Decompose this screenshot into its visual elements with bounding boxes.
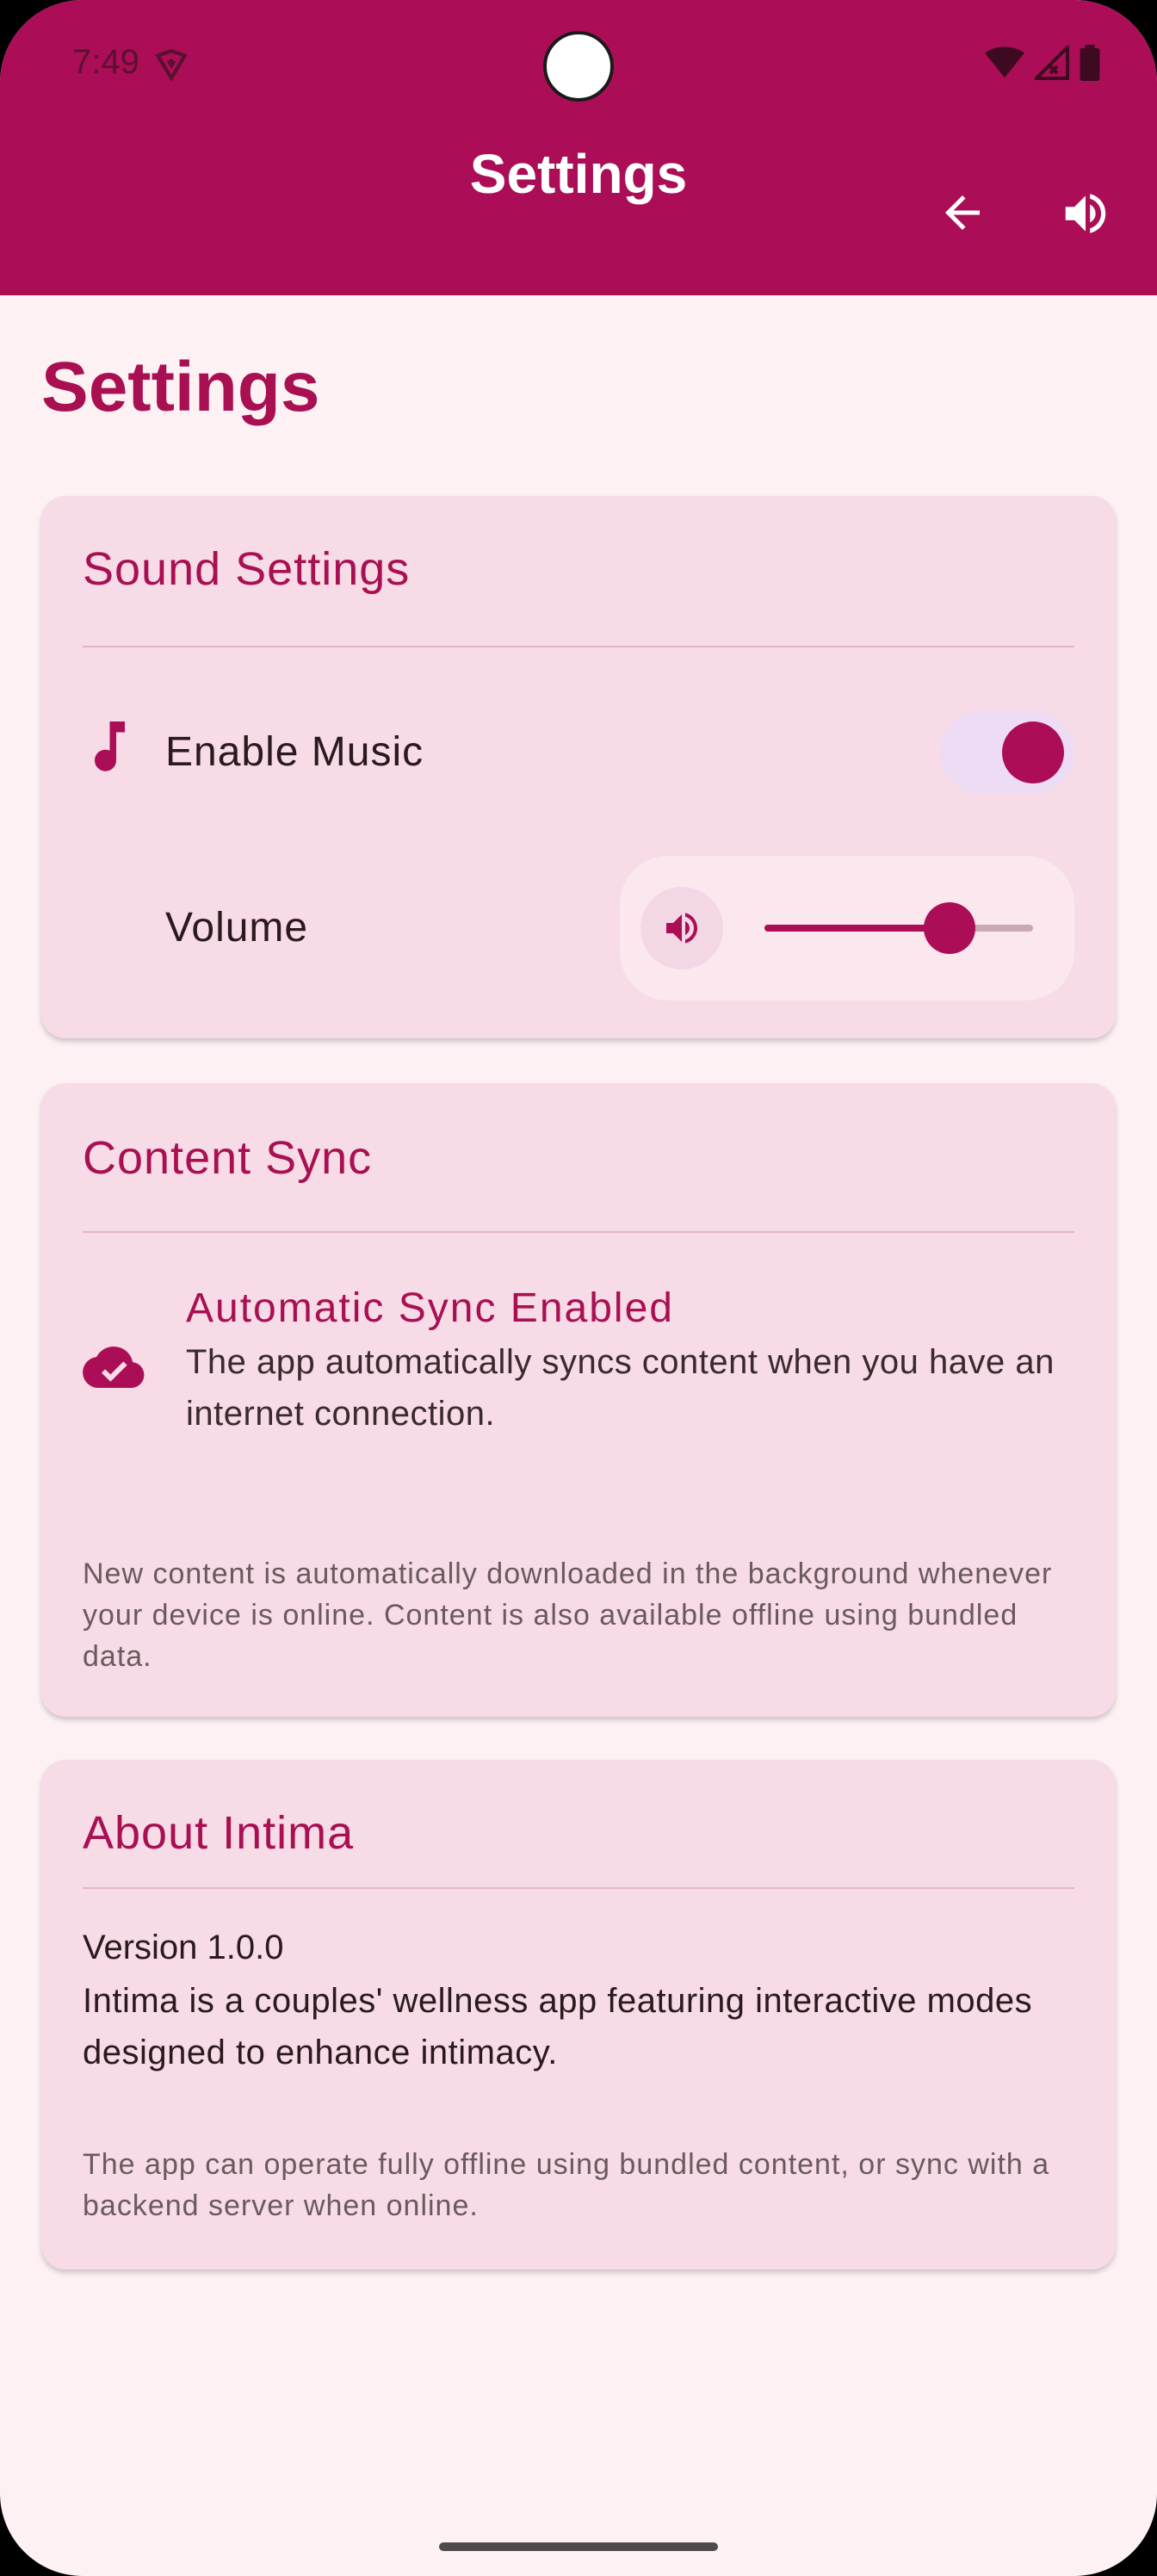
content-sync-card: Content Sync Automatic Sync Enabled The … [41,1083,1116,1717]
enable-music-label: Enable Music [165,729,424,775]
sound-settings-title: Sound Settings [83,543,411,595]
page-title: Settings [41,348,320,426]
status-icons [985,45,1100,81]
signal-icon [1035,46,1069,80]
sync-note: New content is automatically downloaded … [83,1557,1053,1673]
enable-music-switch[interactable] [940,711,1074,794]
about-note: The app can operate fully offline using … [83,2148,1050,2222]
screen: 7:49 Settings Settings Sound Settings En… [0,0,1157,2576]
content-sync-title: Content Sync [83,1132,373,1184]
battery-icon [1080,45,1100,81]
volume-control [620,856,1074,1000]
sync-status-description: The app automatically syncs content when… [186,1343,1055,1433]
volume-up-icon[interactable] [1059,187,1112,240]
volume-slider-fill [764,925,950,932]
divider [83,1887,1074,1889]
sync-status-title: Automatic Sync Enabled [186,1285,674,1331]
switch-knob [1002,721,1064,783]
cloud-done-icon [83,1346,145,1388]
home-indicator[interactable] [439,2542,718,2551]
volume-icon-button[interactable] [640,887,723,969]
about-description: Intima is a couples' wellness app featur… [83,1982,1033,2071]
about-card: About Intima Version 1.0.0 Intima is a c… [41,1760,1116,2269]
app-version: Version 1.0.0 [83,1929,284,1966]
divider [83,1231,1074,1233]
volume-slider[interactable] [764,902,1033,954]
volume-slider-thumb[interactable] [924,902,976,954]
vpn-icon [155,49,188,82]
app-bar: 7:49 Settings [0,0,1157,295]
wifi-icon [985,46,1024,78]
about-title: About Intima [83,1807,355,1859]
music-note-icon [95,721,125,771]
status-time: 7:49 [72,43,139,81]
sound-settings-card: Sound Settings Enable Music Volume [41,496,1116,1038]
divider [83,646,1074,647]
volume-icon [666,913,697,944]
arrow-left-icon[interactable] [937,187,988,238]
camera-cutout [543,31,614,102]
volume-label: Volume [165,905,309,951]
